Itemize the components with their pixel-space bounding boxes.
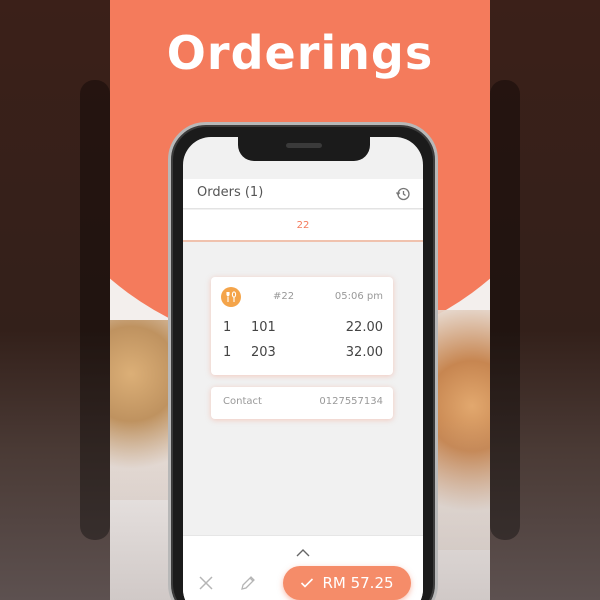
contact-label: Contact [223, 396, 262, 407]
app-header: Orders (1) [183, 179, 423, 209]
item-quantity: 1 [223, 345, 232, 360]
order-tabs: 22 [183, 210, 423, 242]
page-title: Orders (1) [197, 185, 264, 200]
phone-frame: Orders (1) 22 #22 05:06 pm 1 101 22.00 1… [168, 122, 438, 600]
order-total: RM 57.25 [322, 574, 394, 592]
fork-spoon-icon [221, 287, 241, 307]
order-item-row: 1 101 22.00 [223, 320, 383, 336]
order-number: #22 [273, 291, 295, 302]
item-code: 203 [251, 345, 276, 360]
poster-headline: Orderings [166, 26, 434, 80]
backdrop-left [0, 0, 110, 600]
contact-card[interactable]: Contact 0127557134 [211, 387, 393, 419]
item-price: 32.00 [345, 345, 383, 360]
phone-speaker [286, 143, 322, 148]
chevron-up-icon[interactable] [293, 544, 313, 557]
poster: Orderings Orders (1) 22 #22 05:06 pm 1 1… [110, 0, 490, 600]
contact-phone: 0127557134 [319, 396, 383, 407]
backdrop-right [490, 0, 600, 600]
pencil-icon[interactable] [239, 574, 257, 592]
check-icon [301, 578, 314, 588]
item-price: 22.00 [345, 320, 383, 335]
item-code: 101 [251, 320, 276, 335]
order-item-row: 1 203 32.00 [223, 345, 383, 361]
item-quantity: 1 [223, 320, 232, 335]
close-icon[interactable] [197, 574, 215, 592]
tab-order-22[interactable]: 22 [183, 220, 423, 231]
order-card[interactable]: #22 05:06 pm 1 101 22.00 1 203 32.00 [211, 277, 393, 375]
order-time: 05:06 pm [334, 291, 383, 302]
history-icon[interactable] [395, 186, 411, 202]
confirm-order-button[interactable]: RM 57.25 [283, 566, 411, 600]
phone-screen: Orders (1) 22 #22 05:06 pm 1 101 22.00 1… [183, 137, 423, 600]
phone-notch [238, 137, 370, 161]
action-bar: RM 57.25 [183, 535, 423, 600]
